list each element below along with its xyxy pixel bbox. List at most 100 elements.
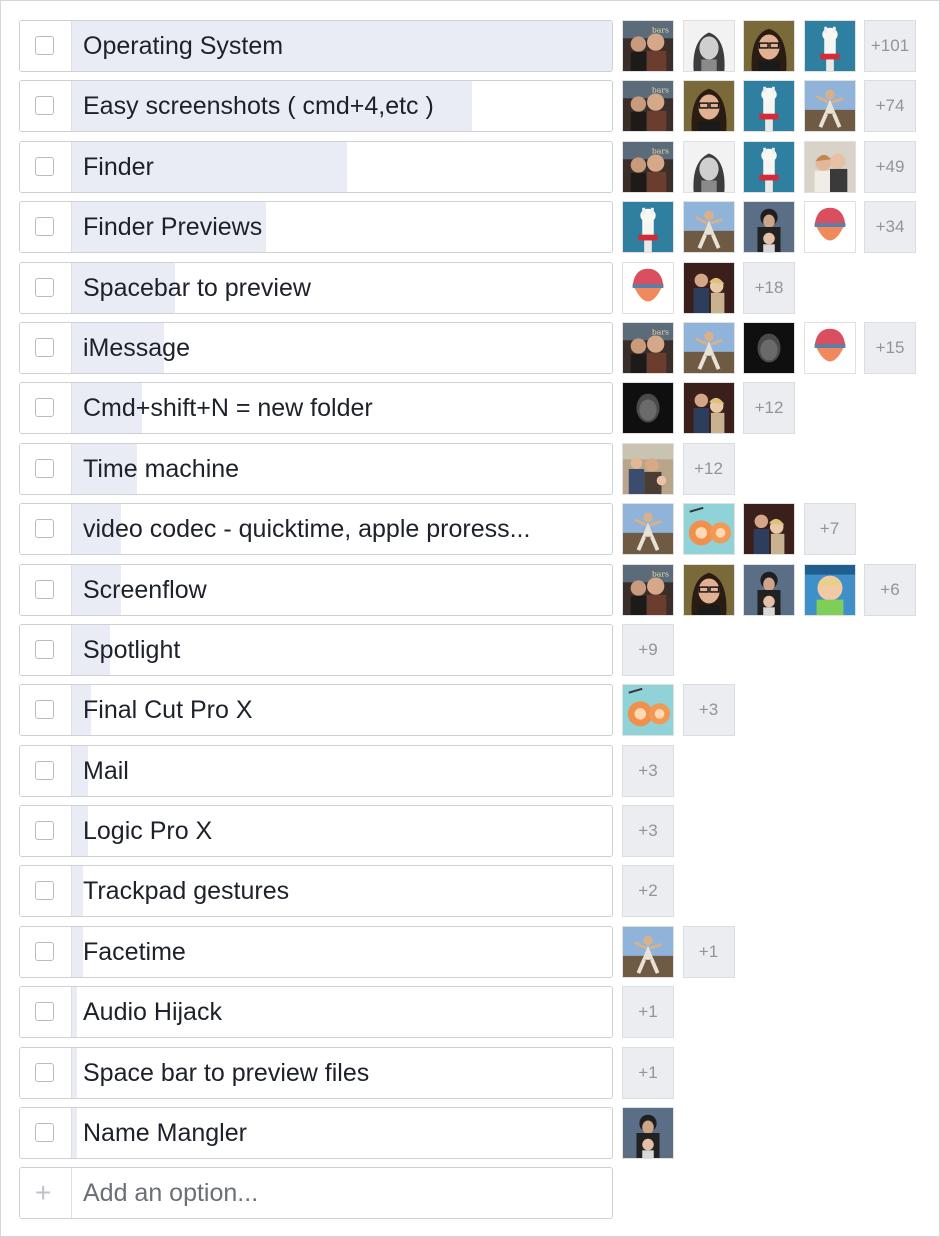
poll-option[interactable]: Time machine: [19, 442, 613, 495]
poll-option[interactable]: Final Cut Pro X: [19, 684, 613, 737]
poll-option[interactable]: Facetime: [19, 925, 613, 978]
poll-option[interactable]: Screenflow: [19, 563, 613, 616]
voter-avatar-photo-woman-bw[interactable]: [682, 20, 735, 72]
poll-option[interactable]: Easy screenshots ( cmd+4,etc ): [19, 80, 613, 133]
poll-option[interactable]: Logic Pro X: [19, 805, 613, 858]
vote-checkbox[interactable]: [35, 881, 54, 901]
voter-avatar-photo-llama[interactable]: [622, 201, 674, 254]
voter-avatar-photo-group-selfie[interactable]: bars: [622, 80, 674, 133]
poll-option[interactable]: Name Mangler: [19, 1107, 613, 1160]
checkbox-cell[interactable]: [20, 21, 72, 71]
voter-avatar-photo-llama[interactable]: [743, 140, 795, 193]
poll-option[interactable]: video codec - quicktime, apple proress..…: [19, 503, 613, 556]
vote-checkbox[interactable]: [35, 1123, 54, 1143]
more-voters-count[interactable]: +49: [864, 140, 916, 193]
vote-checkbox[interactable]: [35, 941, 54, 961]
voter-avatar-photo-group-selfie[interactable]: bars: [622, 321, 674, 374]
more-voters-count[interactable]: +7: [803, 503, 856, 556]
checkbox-cell[interactable]: [20, 1108, 72, 1159]
more-voters-count[interactable]: +3: [622, 805, 674, 858]
checkbox-cell[interactable]: [20, 987, 72, 1038]
more-voters-count[interactable]: +9: [622, 623, 674, 676]
more-voters-count[interactable]: +74: [864, 80, 916, 133]
poll-option[interactable]: Trackpad gestures: [19, 865, 613, 918]
more-voters-count[interactable]: +1: [622, 986, 674, 1039]
poll-option[interactable]: Finder Previews: [19, 201, 613, 254]
checkbox-cell[interactable]: [20, 866, 72, 917]
voter-avatar-photo-man-woman[interactable]: [682, 261, 735, 314]
vote-checkbox[interactable]: [35, 156, 54, 176]
checkbox-cell[interactable]: [20, 685, 72, 736]
voter-avatar-photo-group-selfie[interactable]: bars: [622, 140, 674, 193]
voter-avatar-photo-dancer[interactable]: [622, 503, 674, 556]
vote-checkbox[interactable]: [35, 639, 54, 659]
poll-option[interactable]: Space bar to preview files: [19, 1046, 613, 1099]
checkbox-cell[interactable]: [20, 81, 72, 132]
vote-checkbox[interactable]: [35, 217, 54, 237]
more-voters-count[interactable]: +12: [743, 382, 795, 435]
voter-avatar-photo-woman-glasses[interactable]: [743, 20, 795, 72]
poll-option[interactable]: Mail: [19, 744, 613, 797]
voter-avatar-photo-father-child[interactable]: [743, 201, 795, 254]
vote-checkbox[interactable]: [35, 1002, 54, 1022]
checkbox-cell[interactable]: [20, 202, 72, 253]
voter-avatar-photo-dancer[interactable]: [682, 321, 735, 374]
more-voters-count[interactable]: +3: [682, 684, 735, 737]
vote-checkbox[interactable]: [35, 1062, 54, 1082]
more-voters-count[interactable]: +1: [682, 925, 735, 978]
voter-avatar-photo-dark-portrait[interactable]: [743, 321, 795, 374]
vote-checkbox[interactable]: [35, 760, 54, 780]
voter-avatar-avatar-red-hat[interactable]: [622, 261, 674, 314]
vote-checkbox[interactable]: [35, 36, 54, 55]
more-voters-count[interactable]: +101: [864, 20, 916, 72]
checkbox-cell[interactable]: [20, 443, 72, 494]
more-voters-count[interactable]: +1: [622, 1046, 674, 1099]
poll-option[interactable]: iMessage: [19, 321, 613, 374]
checkbox-cell[interactable]: [20, 564, 72, 615]
voter-avatar-photo-man-woman[interactable]: [743, 503, 795, 556]
checkbox-cell[interactable]: [20, 926, 72, 977]
voter-avatar-avatar-cartoon-orange[interactable]: [622, 684, 674, 737]
voter-avatar-photo-woman-bw[interactable]: [682, 140, 735, 193]
more-voters-count[interactable]: +2: [622, 865, 674, 918]
poll-option[interactable]: Cmd+shift+N = new folder: [19, 382, 613, 435]
voter-avatar-avatar-red-hat[interactable]: [803, 201, 856, 254]
more-voters-count[interactable]: +12: [682, 442, 735, 495]
voter-avatar-photo-father-child[interactable]: [622, 1107, 674, 1160]
poll-option[interactable]: Spotlight: [19, 623, 613, 676]
checkbox-cell[interactable]: [20, 624, 72, 675]
checkbox-cell[interactable]: [20, 806, 72, 857]
voter-avatar-photo-baby[interactable]: [803, 563, 856, 616]
voter-avatar-photo-woman-glasses[interactable]: [682, 80, 735, 133]
checkbox-cell[interactable]: [20, 383, 72, 434]
checkbox-cell[interactable]: [20, 1047, 72, 1098]
voter-avatar-photo-llama[interactable]: [803, 20, 856, 72]
vote-checkbox[interactable]: [35, 458, 54, 478]
voter-avatar-avatar-cartoon-orange[interactable]: [682, 503, 735, 556]
voter-avatar-photo-group-selfie[interactable]: bars: [622, 20, 674, 72]
vote-checkbox[interactable]: [35, 277, 54, 297]
add-option-input[interactable]: + Add an option...: [19, 1167, 613, 1220]
poll-option[interactable]: Spacebar to preview: [19, 261, 613, 314]
voter-avatar-photo-group-selfie[interactable]: bars: [622, 563, 674, 616]
vote-checkbox[interactable]: [35, 700, 54, 720]
more-voters-count[interactable]: +15: [864, 321, 916, 374]
checkbox-cell[interactable]: [20, 745, 72, 796]
more-voters-count[interactable]: +34: [864, 201, 916, 254]
vote-checkbox[interactable]: [35, 337, 54, 357]
voter-avatar-photo-llama[interactable]: [743, 80, 795, 133]
vote-checkbox[interactable]: [35, 579, 54, 599]
vote-checkbox[interactable]: [35, 398, 54, 418]
vote-checkbox[interactable]: [35, 96, 54, 116]
more-voters-count[interactable]: +18: [743, 261, 795, 314]
poll-option[interactable]: Audio Hijack: [19, 986, 613, 1039]
poll-option[interactable]: Operating System: [19, 20, 613, 72]
voter-avatar-photo-woman-glasses[interactable]: [682, 563, 735, 616]
voter-avatar-photo-dancer[interactable]: [682, 201, 735, 254]
voter-avatar-photo-dark-portrait[interactable]: [622, 382, 674, 435]
vote-checkbox[interactable]: [35, 821, 54, 841]
voter-avatar-avatar-red-hat[interactable]: [803, 321, 856, 374]
voter-avatar-photo-father-child[interactable]: [743, 563, 795, 616]
more-voters-count[interactable]: +6: [864, 563, 916, 616]
checkbox-cell[interactable]: [20, 262, 72, 313]
